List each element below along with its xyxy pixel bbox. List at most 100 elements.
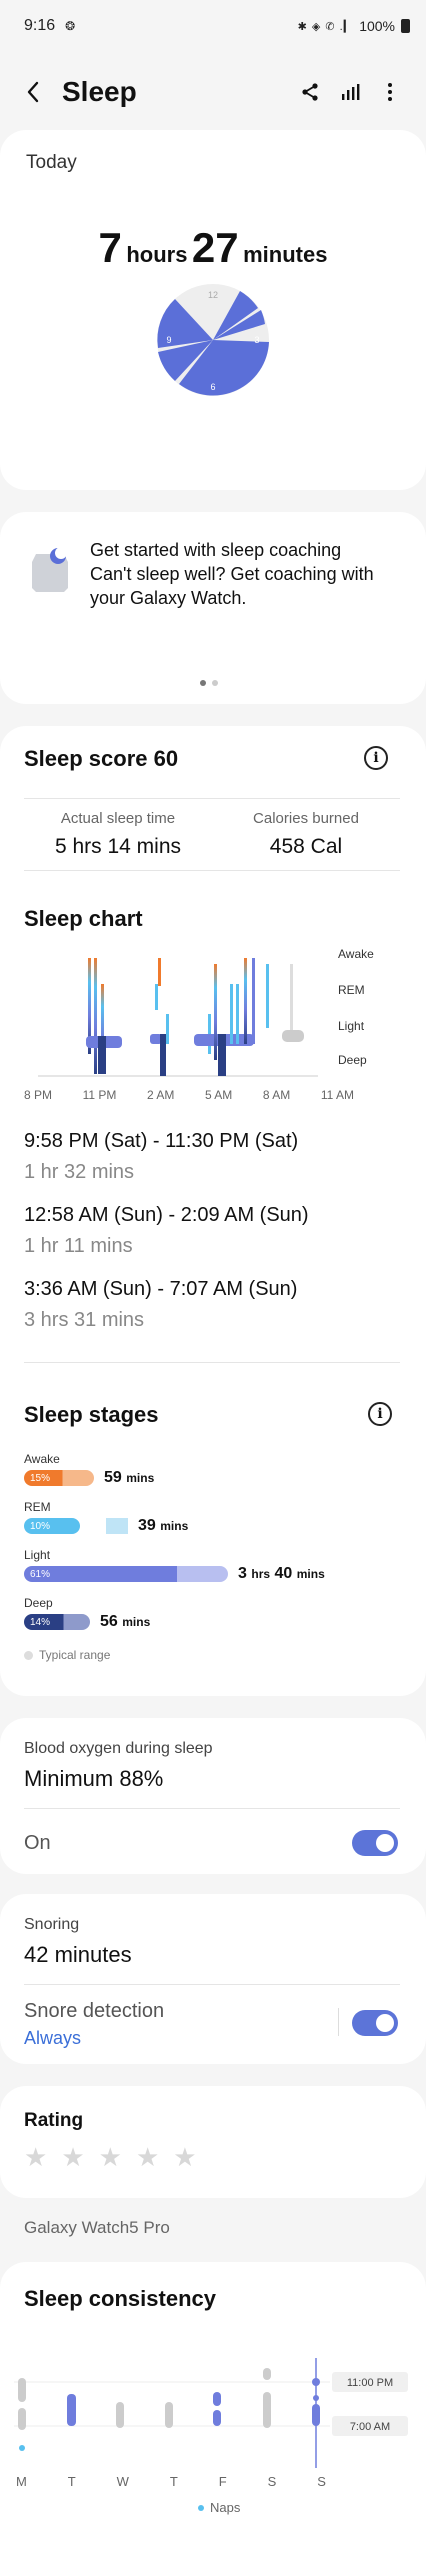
stage-deep: Deep 14% 56 mins bbox=[24, 1596, 150, 1631]
stage-rem: REM 10% 39 mins bbox=[24, 1500, 188, 1535]
sleep-duration: 7 hours 27 minutes bbox=[0, 224, 426, 272]
blood-oxygen-toggle-label: On bbox=[24, 1832, 51, 1854]
page-dot-active bbox=[200, 680, 206, 686]
hours-unit: hours bbox=[126, 242, 188, 267]
info-icon[interactable]: i bbox=[368, 1402, 392, 1426]
actual-sleep-metric: Actual sleep time 5 hrs 14 mins bbox=[24, 804, 212, 859]
rating-stars: ★ ★ ★ ★ ★ bbox=[24, 2142, 197, 2173]
stage-value: 56 mins bbox=[100, 1613, 151, 1630]
sleep-segment: 12:58 AM (Sun) - 2:09 AM (Sun) 1 hr 11 m… bbox=[24, 1204, 309, 1258]
chart-x-axis: 8 PM 11 PM 2 AM 5 AM 8 AM 11 AM bbox=[24, 1088, 354, 1102]
consistency-title: Sleep consistency bbox=[24, 2286, 216, 2311]
chart-x-label: 8 AM bbox=[262, 1088, 291, 1102]
clock-label-9: 9 bbox=[166, 335, 171, 345]
blood-oxygen-label: Blood oxygen during sleep bbox=[24, 1740, 213, 1757]
info-icon[interactable]: i bbox=[364, 746, 388, 770]
segment-duration: 1 hr 32 mins bbox=[24, 1161, 135, 1183]
day-label: T bbox=[67, 2474, 76, 2489]
page-indicator bbox=[200, 680, 218, 686]
coaching-card[interactable]: Get started with sleep coaching Can't sl… bbox=[0, 512, 426, 704]
clock-label-6: 6 bbox=[210, 382, 215, 392]
snore-detection-toggle[interactable] bbox=[352, 2010, 398, 2036]
page-dot bbox=[212, 680, 218, 686]
sleep-segment: 9:58 PM (Sat) - 11:30 PM (Sat) 1 hr 32 m… bbox=[24, 1130, 298, 1184]
snore-detection-value: Always bbox=[24, 2028, 82, 2048]
device-name: Galaxy Watch5 Pro bbox=[24, 2218, 170, 2237]
consistency-time-label: 7:00 AM bbox=[350, 2421, 390, 2433]
chart-x-label: 11 AM bbox=[320, 1088, 354, 1102]
today-label: Today bbox=[26, 152, 77, 173]
share-icon bbox=[302, 83, 318, 101]
stage-label: Awake bbox=[24, 1452, 60, 1466]
star-icon[interactable]: ★ bbox=[24, 2142, 47, 2173]
sleep-chart: Awake REM Light Deep bbox=[38, 947, 374, 1077]
actual-sleep-value: 5 hrs 14 mins bbox=[54, 835, 182, 858]
more-options-button[interactable] bbox=[370, 72, 410, 112]
back-button[interactable] bbox=[18, 77, 48, 107]
snore-detection-label: Snore detection bbox=[24, 2000, 165, 2022]
star-icon[interactable]: ★ bbox=[99, 2142, 122, 2173]
calories-label: Calories burned bbox=[253, 810, 359, 827]
hours-value: 7 bbox=[98, 224, 122, 271]
blood-oxygen-toggle[interactable] bbox=[352, 1830, 398, 1856]
minutes-value: 27 bbox=[191, 224, 239, 271]
rem-typical-range bbox=[106, 1518, 128, 1534]
stage-value: 59 mins bbox=[104, 1469, 155, 1486]
sleep-consistency-card: Sleep consistency 11:00 PM 7:00 AM M T W… bbox=[0, 2262, 426, 2560]
signal-icons: ✱ ◈ ✆ .▎ bbox=[297, 20, 354, 33]
stage-value: 3 hrs 40 mins bbox=[238, 1565, 325, 1582]
divider bbox=[24, 1808, 400, 1809]
stage-label: REM bbox=[24, 1500, 51, 1514]
battery-icon bbox=[401, 19, 410, 33]
sleep-score-title: Sleep score 60 bbox=[24, 746, 179, 771]
trends-button[interactable] bbox=[330, 72, 370, 112]
rating-title: Rating bbox=[24, 2110, 84, 2131]
stage-pct: 10% bbox=[30, 1520, 51, 1532]
sleep-clock-chart: 12 3 6 9 bbox=[157, 284, 269, 396]
day-label: S bbox=[317, 2474, 326, 2489]
stage-pct: 61% bbox=[30, 1568, 51, 1580]
star-icon[interactable]: ★ bbox=[136, 2142, 159, 2173]
stage-awake: Awake 15% 59 mins bbox=[24, 1452, 154, 1487]
star-icon[interactable]: ★ bbox=[173, 2142, 196, 2173]
page-title: Sleep bbox=[62, 76, 137, 107]
sleep-score-card: Sleep score 60 i Actual sleep time 5 hrs… bbox=[0, 726, 426, 1696]
notification-icon: ❂ bbox=[65, 19, 76, 33]
stage-deep-bar: 14% bbox=[24, 1614, 90, 1630]
chart-x-label: 5 AM bbox=[204, 1088, 233, 1102]
actual-sleep-label: Actual sleep time bbox=[60, 810, 176, 827]
segment-time: 12:58 AM (Sun) - 2:09 AM (Sun) bbox=[24, 1204, 309, 1226]
chart-x-label: 11 PM bbox=[82, 1088, 117, 1102]
typical-range-legend: Typical range bbox=[24, 1648, 110, 1662]
snoring-label: Snoring bbox=[24, 1916, 80, 1933]
chart-y-label: Light bbox=[338, 1019, 365, 1033]
sleep-stages-title: Sleep stages bbox=[24, 1402, 159, 1427]
share-button[interactable] bbox=[290, 72, 330, 112]
stage-label: Deep bbox=[24, 1596, 53, 1610]
blood-oxygen-card: Blood oxygen during sleep Minimum 88% On bbox=[0, 1718, 426, 1874]
stage-pct: 15% bbox=[30, 1472, 51, 1484]
day-label: W bbox=[116, 2474, 129, 2489]
day-label: M bbox=[16, 2474, 27, 2489]
chart-y-label: Deep bbox=[338, 1053, 367, 1067]
app-bar: Sleep bbox=[0, 62, 426, 122]
legend-label: Typical range bbox=[39, 1648, 111, 1662]
stage-label: Light bbox=[24, 1548, 51, 1562]
segment-time: 9:58 PM (Sat) - 11:30 PM (Sat) bbox=[24, 1130, 299, 1152]
clock-label-3: 3 bbox=[254, 335, 259, 345]
day-label: S bbox=[267, 2474, 277, 2489]
divider bbox=[24, 798, 400, 799]
day-label: T bbox=[169, 2474, 178, 2489]
vertical-divider bbox=[338, 2008, 339, 2036]
clock-label-12: 12 bbox=[208, 290, 218, 300]
chart-y-label: Awake bbox=[338, 947, 374, 961]
legend-dot bbox=[24, 1650, 33, 1660]
status-bar: 9:16 ❂ ✱ ◈ ✆ .▎ 100% bbox=[0, 0, 426, 52]
sleep-segment: 3:36 AM (Sun) - 7:07 AM (Sun) 3 hrs 31 m… bbox=[24, 1278, 297, 1332]
star-icon[interactable]: ★ bbox=[61, 2142, 84, 2173]
consistency-time-label: 11:00 PM bbox=[347, 2377, 393, 2389]
divider bbox=[24, 870, 400, 871]
divider bbox=[24, 1362, 400, 1363]
rating-card: Rating ★ ★ ★ ★ ★ bbox=[0, 2086, 426, 2198]
blood-oxygen-value: Minimum 88% bbox=[24, 1766, 164, 1791]
